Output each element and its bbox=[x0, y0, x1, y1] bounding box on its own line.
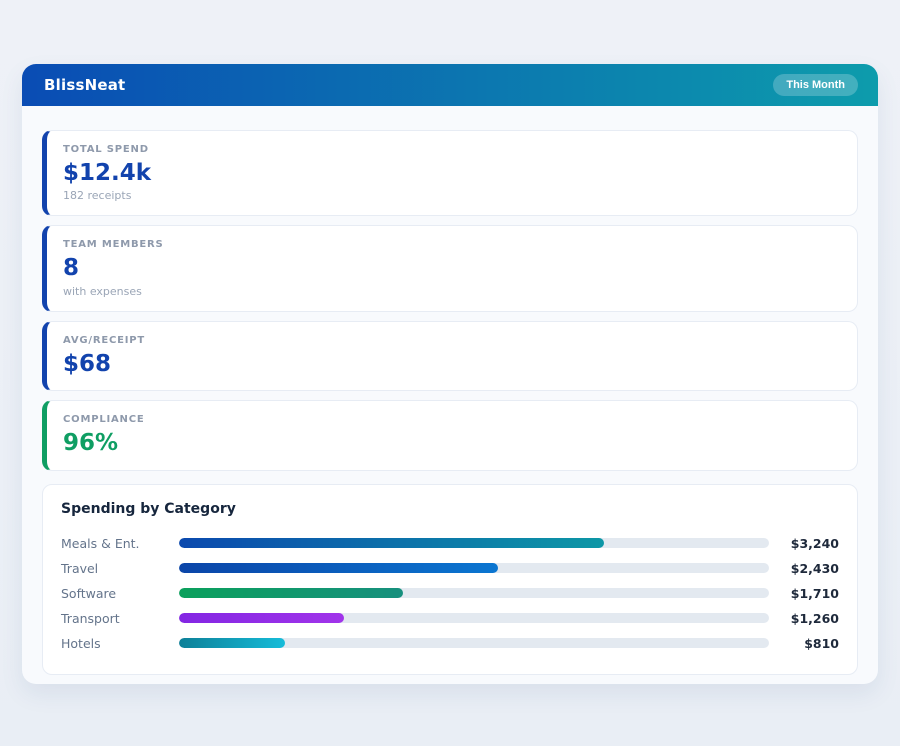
stat-label: TOTAL SPEND bbox=[63, 144, 841, 155]
bar-fill bbox=[179, 613, 344, 623]
chart-row: Hotels $810 bbox=[61, 631, 839, 656]
category-value: $2,430 bbox=[769, 561, 839, 576]
category-value: $1,710 bbox=[769, 586, 839, 601]
stat-subtext: with expenses bbox=[63, 285, 841, 298]
stat-value: $12.4k bbox=[63, 160, 841, 186]
bar-fill bbox=[179, 538, 604, 548]
bar-fill bbox=[179, 563, 498, 573]
chart-title: Spending by Category bbox=[61, 501, 839, 517]
chart-row: Transport $1,260 bbox=[61, 606, 839, 631]
category-label: Hotels bbox=[61, 636, 179, 651]
dashboard-panel: BlissNeat This Month TOTAL SPEND $12.4k … bbox=[22, 64, 878, 684]
panel-body: TOTAL SPEND $12.4k 182 receipts TEAM MEM… bbox=[22, 106, 878, 675]
period-badge[interactable]: This Month bbox=[773, 74, 858, 96]
category-value: $810 bbox=[769, 636, 839, 651]
stat-subtext: 182 receipts bbox=[63, 189, 841, 202]
bar-track bbox=[179, 613, 769, 623]
chart-row: Software $1,710 bbox=[61, 581, 839, 606]
bar-track bbox=[179, 638, 769, 648]
stat-label: TEAM MEMBERS bbox=[63, 239, 841, 250]
bar-track bbox=[179, 563, 769, 573]
category-label: Transport bbox=[61, 611, 179, 626]
bar-track bbox=[179, 588, 769, 598]
stat-label: AVG/RECEIPT bbox=[63, 335, 841, 346]
stat-value: 8 bbox=[63, 255, 841, 281]
bar-fill bbox=[179, 588, 403, 598]
chart-row: Meals & Ent. $3,240 bbox=[61, 531, 839, 556]
bar-fill bbox=[179, 638, 285, 648]
category-value: $1,260 bbox=[769, 611, 839, 626]
stat-value: 96% bbox=[63, 430, 841, 456]
category-label: Software bbox=[61, 586, 179, 601]
app-header: BlissNeat This Month bbox=[22, 64, 878, 106]
app-title: BlissNeat bbox=[44, 76, 125, 94]
stat-card-team-members: TEAM MEMBERS 8 with expenses bbox=[42, 225, 858, 311]
category-label: Travel bbox=[61, 561, 179, 576]
category-label: Meals & Ent. bbox=[61, 536, 179, 551]
stat-card-total-spend: TOTAL SPEND $12.4k 182 receipts bbox=[42, 130, 858, 216]
spending-by-category-card: Spending by Category Meals & Ent. $3,240… bbox=[42, 484, 858, 675]
stats-section: TOTAL SPEND $12.4k 182 receipts TEAM MEM… bbox=[42, 130, 858, 471]
stat-card-avg-receipt: AVG/RECEIPT $68 bbox=[42, 321, 858, 391]
chart-rows: Meals & Ent. $3,240 Travel $2,430 Softwa… bbox=[61, 531, 839, 656]
chart-row: Travel $2,430 bbox=[61, 556, 839, 581]
stat-card-compliance: COMPLIANCE 96% bbox=[42, 400, 858, 470]
stat-label: COMPLIANCE bbox=[63, 414, 841, 425]
stat-value: $68 bbox=[63, 351, 841, 377]
category-value: $3,240 bbox=[769, 536, 839, 551]
bar-track bbox=[179, 538, 769, 548]
